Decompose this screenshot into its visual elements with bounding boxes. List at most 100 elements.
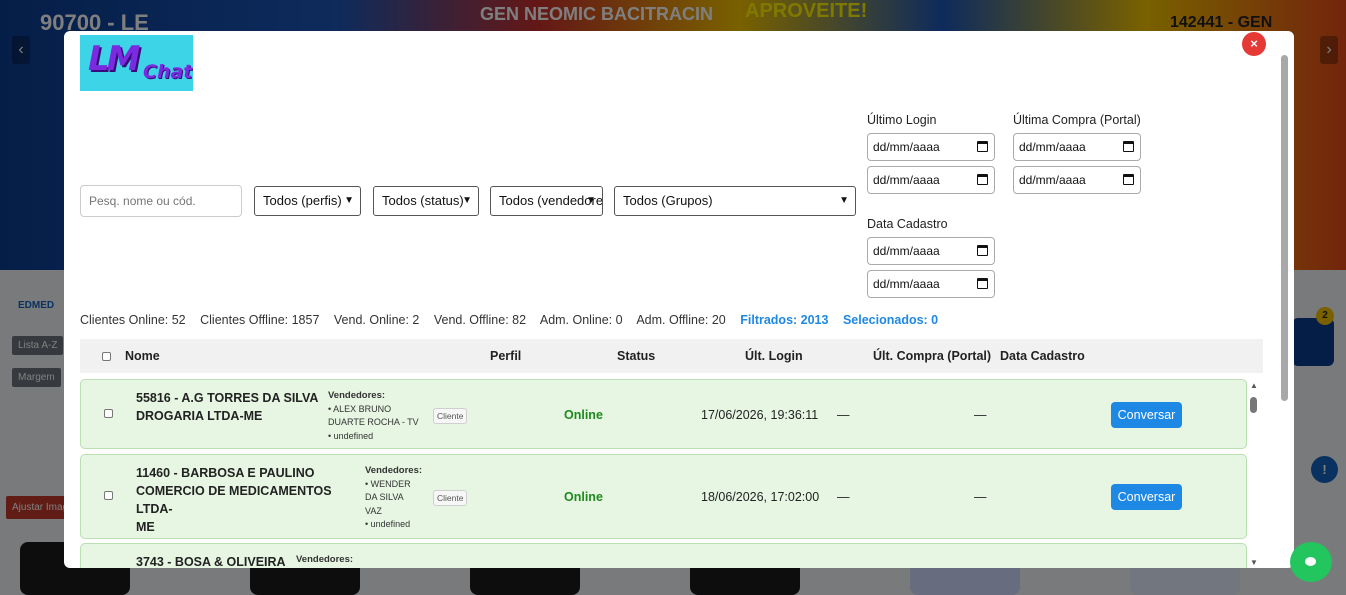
vendedor-item: • undefined [328, 430, 374, 441]
vendedor-item: DA SILVA [365, 492, 404, 502]
row-checkbox[interactable] [104, 491, 113, 500]
calendar-icon[interactable] [1123, 174, 1134, 185]
calendar-icon[interactable] [977, 141, 988, 152]
select-all-checkbox[interactable] [102, 352, 111, 361]
registration-date: — [974, 490, 987, 504]
header-nome[interactable]: Nome [125, 349, 160, 363]
status-select[interactable]: Todos (status) ▼ [373, 186, 479, 216]
ultimo-login-from-input[interactable]: dd/mm/aaaa [867, 133, 995, 161]
vendedor-item: • undefined [365, 519, 411, 529]
status-select-value: Todos (status) [382, 193, 464, 208]
vendedores-list: Vendedores: • WENDER DA SILVA VAZ • unde… [365, 464, 427, 532]
last-login: 17/06/2026, 19:36:11 [701, 408, 819, 422]
grupos-select[interactable]: Todos (Grupos) ▼ [614, 186, 856, 216]
chevron-down-icon: ▼ [586, 195, 596, 206]
client-name-line: DROGARIA LTDA-ME [136, 409, 263, 423]
table-header: Nome Perfil Status Últ. Login Últ. Compr… [80, 339, 1263, 373]
stat-adm-offline: Adm. Offline: 20 [636, 313, 726, 327]
vendedor-item: • ALEX BRUNO [328, 403, 392, 414]
vendedores-select[interactable]: Todos (vendedores) ▼ [490, 186, 603, 216]
client-name: 55816 - A.G TORRES DA SILVA DROGARIA LTD… [136, 389, 326, 425]
perfis-select[interactable]: Todos (perfis) ▼ [254, 186, 361, 216]
stats-bar: Clientes Online: 52 Clientes Offline: 18… [80, 313, 949, 327]
calendar-icon[interactable] [1123, 141, 1134, 152]
vendedores-list: Vendedores: • ALEX BRUNO DUARTE ROCHA - … [328, 389, 428, 443]
client-name-line: 3743 - BOSA & OLIVEIRA [136, 555, 286, 568]
chevron-down-icon: ▼ [839, 195, 849, 206]
list-scroll-thumb[interactable] [1250, 397, 1257, 413]
client-name: 3743 - BOSA & OLIVEIRA [136, 553, 296, 568]
stat-clientes-online: Clientes Online: 52 [80, 313, 186, 327]
registration-date: — [974, 408, 987, 422]
date-placeholder: dd/mm/aaaa [873, 277, 940, 291]
date-placeholder: dd/mm/aaaa [1019, 140, 1086, 154]
conversar-button[interactable]: Conversar [1111, 484, 1182, 510]
logo-text: LM [88, 39, 140, 79]
stat-vend-online: Vend. Online: 2 [333, 313, 420, 327]
chat-bubble-icon[interactable] [1290, 542, 1332, 582]
scroll-up-icon[interactable]: ▲ [1250, 381, 1258, 390]
ultima-compra-label: Última Compra (Portal) [1013, 113, 1141, 127]
perfis-select-value: Todos (perfis) [263, 193, 342, 208]
header-status[interactable]: Status [617, 349, 655, 363]
header-data-cadastro[interactable]: Data Cadastro [1000, 349, 1085, 363]
ultimo-login-to-input[interactable]: dd/mm/aaaa [867, 166, 995, 194]
chevron-down-icon: ▼ [344, 195, 354, 206]
table-row[interactable]: 55816 - A.G TORRES DA SILVA DROGARIA LTD… [80, 379, 1247, 449]
client-name-line: ME [136, 520, 155, 534]
vendedor-item: VAZ [365, 505, 382, 516]
stat-filtrados: Filtrados: 2013 [740, 313, 829, 327]
client-name: 11460 - BARBOSA E PAULINO COMERCIO DE ME… [136, 464, 361, 536]
list-scrollbar[interactable]: ▲ ▼ [1249, 381, 1259, 567]
calendar-icon[interactable] [977, 245, 988, 256]
vendedor-item: • WENDER [365, 478, 411, 489]
stat-clientes-offline: Clientes Offline: 1857 [200, 313, 320, 327]
vendedor-item: DUARTE ROCHA - TV [328, 417, 419, 427]
data-cadastro-from-input[interactable]: dd/mm/aaaa [867, 237, 995, 265]
grupos-select-value: Todos (Grupos) [623, 193, 713, 208]
date-placeholder: dd/mm/aaaa [873, 140, 940, 154]
last-purchase: — [837, 408, 850, 422]
search-input[interactable] [80, 185, 242, 217]
clients-modal: × LM Chat Todos (perfis) ▼ Todos (status… [64, 31, 1294, 568]
row-checkbox[interactable] [104, 409, 113, 418]
logo-text: Chat [143, 61, 193, 83]
scroll-down-icon[interactable]: ▼ [1250, 558, 1258, 567]
status-online: Online [564, 490, 603, 504]
ultima-compra-to-input[interactable]: dd/mm/aaaa [1013, 166, 1141, 194]
calendar-icon[interactable] [977, 174, 988, 185]
stat-adm-online: Adm. Online: 0 [539, 313, 623, 327]
table-row[interactable]: 3743 - BOSA & OLIVEIRA Vendedores: [80, 543, 1247, 568]
date-placeholder: dd/mm/aaaa [873, 173, 940, 187]
header-ult-compra[interactable]: Últ. Compra (Portal) [873, 349, 991, 363]
perfil-badge: Cliente [433, 408, 468, 424]
table-row[interactable]: 11460 - BARBOSA E PAULINO COMERCIO DE ME… [80, 454, 1247, 539]
perfil-badge: Cliente [433, 490, 468, 506]
modal-scroll-thumb[interactable] [1281, 55, 1288, 401]
close-modal-button[interactable]: × [1242, 32, 1266, 56]
client-name-line: 11460 - BARBOSA E PAULINO [136, 466, 315, 480]
header-perfil[interactable]: Perfil [490, 349, 521, 363]
date-placeholder: dd/mm/aaaa [1019, 173, 1086, 187]
conversar-button[interactable]: Conversar [1111, 402, 1182, 428]
vendedores-label: Vendedores: [328, 390, 386, 401]
ultimo-login-label: Último Login [867, 113, 937, 127]
vendedores-list: Vendedores: [296, 553, 376, 567]
last-login: 18/06/2026, 17:02:00 [701, 490, 820, 504]
data-cadastro-label: Data Cadastro [867, 217, 948, 231]
status-online: Online [564, 408, 603, 422]
vendedores-label: Vendedores: [296, 554, 354, 565]
date-placeholder: dd/mm/aaaa [873, 244, 940, 258]
header-ult-login[interactable]: Últ. Login [745, 349, 803, 363]
client-name-line: 55816 - A.G TORRES DA SILVA [136, 391, 319, 405]
stat-vend-offline: Vend. Offline: 82 [433, 313, 527, 327]
clients-list[interactable]: 55816 - A.G TORRES DA SILVA DROGARIA LTD… [80, 377, 1262, 568]
ultima-compra-from-input[interactable]: dd/mm/aaaa [1013, 133, 1141, 161]
vendedores-label: Vendedores: [365, 465, 423, 476]
calendar-icon[interactable] [977, 278, 988, 289]
modal-scrollbar[interactable] [1278, 47, 1290, 567]
client-name-line: COMERCIO DE MEDICAMENTOS LTDA- [136, 484, 332, 516]
data-cadastro-to-input[interactable]: dd/mm/aaaa [867, 270, 995, 298]
stat-selecionados: Selecionados: 0 [842, 313, 939, 327]
chevron-down-icon: ▼ [462, 195, 472, 206]
